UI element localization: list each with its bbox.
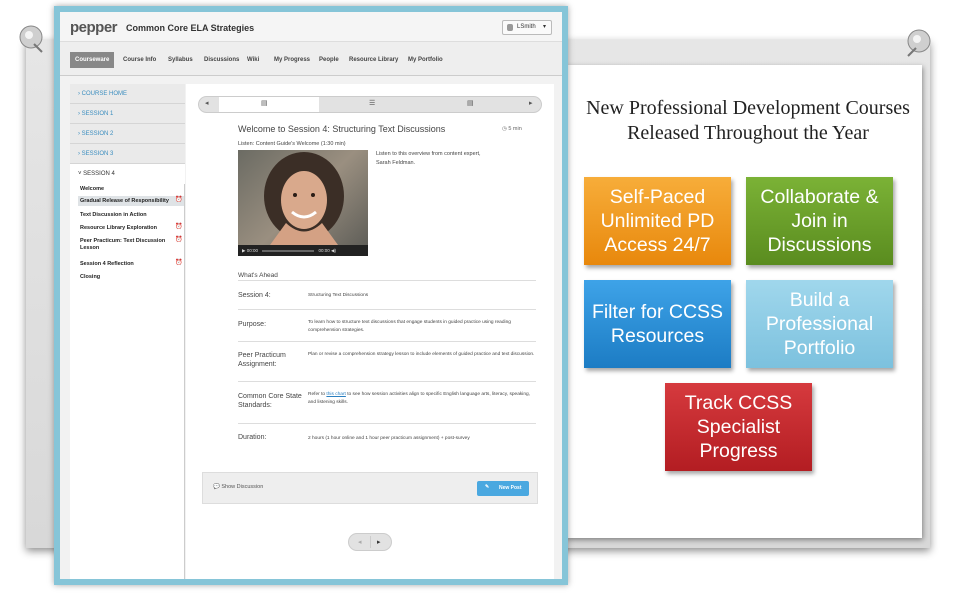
this-chart-link[interactable]: this chart xyxy=(326,392,345,397)
tab-syllabus[interactable]: Syllabus xyxy=(168,52,193,68)
info-row: Session 4: Structuring Text Discussions xyxy=(238,282,536,310)
sidebar: › COURSE HOME › SESSION 1 › SESSION 2 › … xyxy=(70,84,185,579)
sidebar-item-session-2[interactable]: › SESSION 2 xyxy=(70,124,185,144)
new-post-button[interactable]: ✎ New Post xyxy=(477,481,529,496)
promo-title: New Professional Development Courses Rel… xyxy=(586,97,910,144)
app-window: pepper Common Core ELA Strategies LSmith… xyxy=(60,12,562,579)
next-arrow-icon[interactable]: ▸ xyxy=(529,99,533,107)
clock-icon: ⏰ xyxy=(175,237,183,243)
row-label: Common Core State Standards: xyxy=(238,393,302,409)
promo-tile-filter: Filter for CCSS Resources xyxy=(584,280,731,368)
edit-icon: ✎ xyxy=(485,484,490,490)
promo-tile-collaborate: Collaborate & Join in Discussions xyxy=(746,177,893,265)
tab-courseware[interactable]: Courseware xyxy=(70,52,115,68)
top-bar: pepper Common Core ELA Strategies LSmith… xyxy=(60,12,562,42)
lesson-pager: ◂ ▸ xyxy=(348,533,392,551)
clock-icon: ⏰ xyxy=(175,260,183,266)
clock-icon: ⏰ xyxy=(175,197,183,203)
tab-people[interactable]: People xyxy=(319,52,339,68)
prev-page-icon[interactable]: ◂ xyxy=(358,538,362,546)
sidebar-subitem-reflection[interactable]: Session 4 Reflection xyxy=(80,261,134,267)
video-description: Listen to this overview from content exp… xyxy=(376,151,481,166)
video-controls: ▶ 00:00 00:00 ◀) xyxy=(238,245,368,256)
promo-tile-portfolio: Build a Professional Portfolio xyxy=(746,280,893,368)
sidebar-item-session-3[interactable]: › SESSION 3 xyxy=(70,144,185,164)
sidebar-subitem-resource-library[interactable]: Resource Library Exploration xyxy=(80,225,157,231)
lesson-title: Welcome to Session 4: Structuring Text D… xyxy=(238,124,446,134)
row-value: To learn how to structure text discussio… xyxy=(308,320,511,333)
info-row: Duration: 2 hours (1 hour online and 1 h… xyxy=(238,424,536,454)
video-progress-bar[interactable] xyxy=(262,249,315,252)
sidebar-subitem-gradual-release[interactable]: Gradual Release of Responsibility xyxy=(80,198,169,204)
sidebar-subitem-peer-practicum[interactable]: Peer Practicum: Text Discussion Lesson xyxy=(80,238,172,252)
unit-navigation-bar: ◂ ▤ ☰ ▤ ▸ xyxy=(198,96,542,113)
tab-wiki[interactable]: Wiki xyxy=(247,52,259,68)
divider xyxy=(370,536,371,548)
tab-discussions[interactable]: Discussions xyxy=(204,52,239,68)
row-value: 2 hours (1 hour online and 1 hour peer p… xyxy=(308,436,470,441)
promo-tile-self-paced: Self-Paced Unlimited PD Access 24/7 xyxy=(584,177,731,265)
next-page-icon[interactable]: ▸ xyxy=(377,538,381,546)
row-value: Plan or revise a comprehension strategy … xyxy=(308,352,535,357)
user-icon xyxy=(507,24,513,31)
prev-arrow-icon[interactable]: ◂ xyxy=(205,99,209,107)
pushpin-icon xyxy=(19,25,43,53)
tab-my-progress[interactable]: My Progress xyxy=(274,52,310,68)
row-value: Structuring Text Discussions xyxy=(308,293,369,298)
video-unit-icon: ▤ xyxy=(261,100,268,107)
screenshot-frame: pepper Common Core ELA Strategies LSmith… xyxy=(54,6,568,585)
list-unit-icon[interactable]: ☰ xyxy=(369,99,375,107)
unit-tab-active[interactable] xyxy=(219,97,319,112)
tab-resource-library[interactable]: Resource Library xyxy=(349,52,398,68)
sidebar-item-session-1[interactable]: › SESSION 1 xyxy=(70,104,185,124)
row-label: Duration: xyxy=(238,434,267,441)
main-nav: Courseware Course Info Syllabus Discussi… xyxy=(60,42,562,76)
clock-icon: ⏰ xyxy=(175,224,183,230)
divider xyxy=(238,280,536,281)
row-label: Purpose: xyxy=(238,321,267,328)
user-menu-button[interactable]: LSmith ▾ xyxy=(502,20,552,35)
info-row: Common Core State Standards: Refer to th… xyxy=(238,382,536,424)
chevron-down-icon: ▾ xyxy=(543,24,547,30)
sidebar-item-course-home[interactable]: › COURSE HOME xyxy=(70,84,185,104)
user-name: LSmith xyxy=(517,24,536,30)
tab-my-portfolio[interactable]: My Portfolio xyxy=(408,52,443,68)
sidebar-subitem-closing[interactable]: Closing xyxy=(80,274,100,280)
pushpin-icon xyxy=(907,29,931,57)
sidebar-subitem-text-discussion[interactable]: Text Discussion in Action xyxy=(80,212,147,218)
pepper-logo[interactable]: pepper xyxy=(70,19,118,36)
promo-tile-track: Track CCSS Specialist Progress xyxy=(665,383,812,471)
lesson-content: ◂ ▤ ☰ ▤ ▸ Welcome to Session 4: Structur… xyxy=(186,84,554,579)
video-unit-icon[interactable]: ▤ xyxy=(467,99,474,107)
row-value: Refer to this chart to see how session a… xyxy=(308,392,531,405)
course-title: Common Core ELA Strategies xyxy=(126,23,255,33)
sidebar-subitem-welcome[interactable]: Welcome xyxy=(80,186,104,192)
tab-course-info[interactable]: Course Info xyxy=(123,52,156,68)
video-time-end: 00:00 xyxy=(318,248,330,253)
video-player[interactable]: ▶ 00:00 00:00 ◀) xyxy=(238,150,368,256)
whats-ahead-heading: What's Ahead xyxy=(238,272,278,279)
video-time-start: 00:00 xyxy=(246,248,258,253)
presenter-portrait xyxy=(264,152,344,245)
info-row: Purpose: To learn how to structure text … xyxy=(238,310,536,342)
row-label: Session 4: xyxy=(238,292,271,299)
listen-label: Listen: Content Guide's Welcome (1:30 mi… xyxy=(238,141,346,147)
show-discussion-toggle[interactable]: 💬 Show Discussion xyxy=(213,484,263,490)
row-label: Peer Practicum Assignment: xyxy=(238,352,286,368)
info-row: Peer Practicum Assignment: Plan or revis… xyxy=(238,342,536,382)
volume-icon[interactable]: ◀) xyxy=(331,248,336,253)
discussion-bar: 💬 Show Discussion ✎ New Post xyxy=(202,472,538,504)
sidebar-item-session-4[interactable]: ˅ SESSION 4 xyxy=(70,164,185,184)
duration-label: ◷ 5 min xyxy=(502,126,522,132)
